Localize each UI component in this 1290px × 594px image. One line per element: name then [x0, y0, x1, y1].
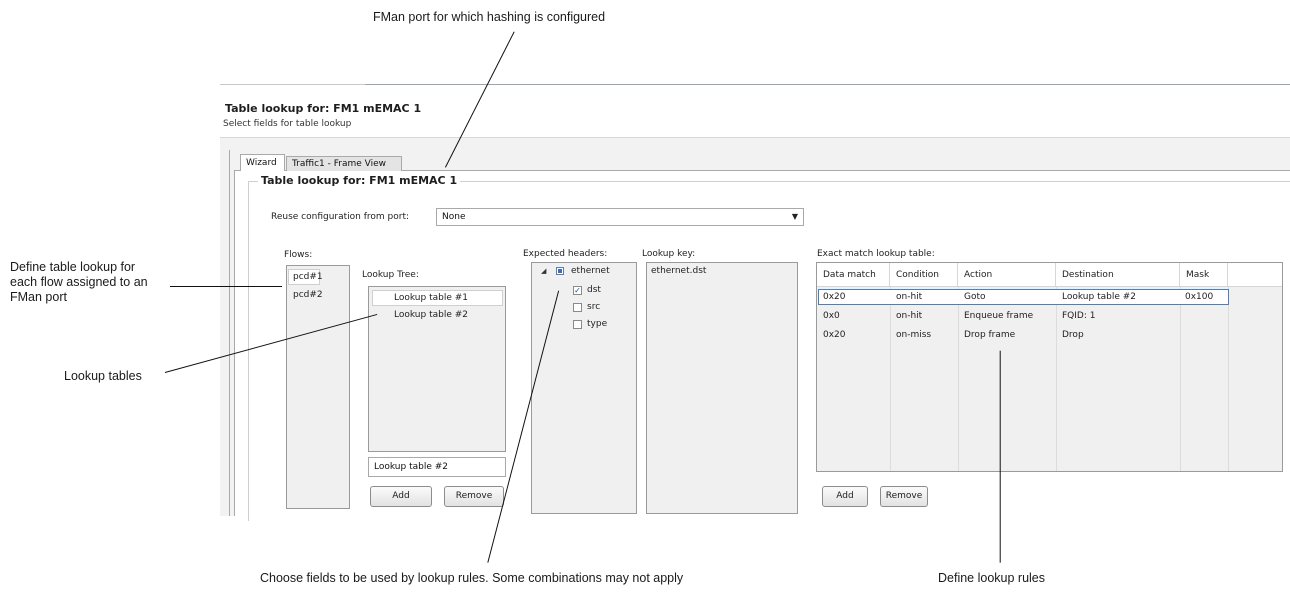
lookup-tree-label: Lookup Tree: — [362, 270, 419, 280]
column-divider — [1056, 287, 1057, 471]
callout-define-rules: Define lookup rules — [938, 571, 1046, 585]
header-field-src: src — [587, 302, 601, 312]
column-header-mask[interactable]: Mask — [1180, 263, 1228, 287]
cell-destination: Lookup table #2 — [1062, 292, 1137, 302]
page-title: Table lookup for: FM1 mEMAC 1 — [225, 102, 422, 115]
column-header-action[interactable]: Action — [958, 263, 1056, 287]
expected-headers-label: Expected headers: — [523, 249, 608, 259]
lookup-tree-remove-button[interactable]: Remove — [444, 486, 504, 507]
tree-partial-checkbox-icon[interactable] — [556, 267, 564, 275]
cell-action: Drop frame — [964, 330, 1016, 340]
callout-line-define-rules — [999, 350, 1001, 563]
lookup-tree-add-button[interactable]: Add — [370, 486, 432, 507]
checkbox-src[interactable] — [573, 303, 582, 312]
callout-choose-fields: Choose fields to be used by lookup rules… — [260, 571, 684, 585]
checkbox-type[interactable] — [573, 320, 582, 329]
lookup-key-value[interactable]: ethernet.dst — [651, 266, 706, 276]
reuse-config-select[interactable]: None ▼ — [436, 208, 804, 226]
column-divider — [958, 287, 959, 471]
cell-condition: on-hit — [896, 311, 923, 321]
cell-action: Goto — [964, 292, 986, 302]
lookup-tree-item-2[interactable]: Lookup table #2 — [394, 310, 468, 320]
column-divider — [1180, 287, 1181, 471]
column-header-filler — [1228, 263, 1282, 287]
column-header-condition[interactable]: Condition — [890, 263, 958, 287]
lookup-key-label: Lookup key: — [642, 249, 696, 259]
cell-condition: on-miss — [896, 330, 932, 340]
reuse-config-label: Reuse configuration from port: — [271, 212, 410, 222]
cell-condition: on-hit — [896, 292, 923, 302]
expected-headers-tree — [531, 262, 637, 514]
callout-fman-port: FMan port for which hashing is configure… — [373, 10, 606, 24]
page-subtitle: Select fields for table lookup — [223, 119, 352, 129]
rules-remove-button[interactable]: Remove — [880, 486, 928, 507]
column-header-data-match[interactable]: Data match — [817, 263, 890, 287]
cell-mask: 0x100 — [1185, 292, 1214, 302]
group-title: Table lookup for: FM1 mEMAC 1 — [258, 174, 461, 187]
callout-define-table: Define table lookup for each flow assign… — [10, 260, 148, 304]
cell-data-match: 0x20 — [823, 330, 846, 340]
lookup-tree-item-1[interactable]: Lookup table #1 — [394, 293, 468, 303]
cell-destination: Drop — [1062, 330, 1084, 340]
callout-line-define-table — [170, 286, 282, 288]
column-divider — [890, 287, 891, 471]
checkbox-dst[interactable]: ✓ — [573, 286, 582, 295]
cell-data-match: 0x20 — [823, 292, 846, 302]
dropdown-arrow-icon[interactable]: ▼ — [792, 209, 798, 225]
flows-list — [286, 265, 350, 509]
column-header-destination[interactable]: Destination — [1056, 263, 1180, 287]
flows-label: Flows: — [284, 250, 313, 260]
header-field-type: type — [587, 319, 608, 329]
header-root-ethernet[interactable]: ethernet — [571, 266, 610, 276]
lookup-table-name-input[interactable]: Lookup table #2 — [368, 457, 506, 477]
reuse-config-value: None — [442, 212, 466, 222]
tab-wizard[interactable]: Wizard — [240, 154, 285, 171]
column-divider — [1228, 287, 1229, 471]
header-field-dst: dst — [587, 285, 601, 295]
tab-traffic-frame-view[interactable]: Traffic1 - Frame View — [286, 156, 402, 171]
lookup-key-list — [646, 262, 798, 514]
callout-lookup-tables: Lookup tables — [64, 369, 142, 383]
tree-expand-icon[interactable]: ◢ — [541, 267, 546, 275]
cell-data-match: 0x0 — [823, 311, 840, 321]
rules-add-button[interactable]: Add — [822, 486, 868, 507]
flow-item-pcd1[interactable]: pcd#1 — [293, 272, 323, 282]
table-row-selected[interactable] — [818, 289, 1229, 305]
cell-action: Enqueue frame — [964, 311, 1034, 321]
flow-item-pcd2[interactable]: pcd#2 — [293, 290, 323, 300]
cell-destination: FQID: 1 — [1062, 311, 1096, 321]
exact-match-label: Exact match lookup table: — [817, 249, 935, 259]
